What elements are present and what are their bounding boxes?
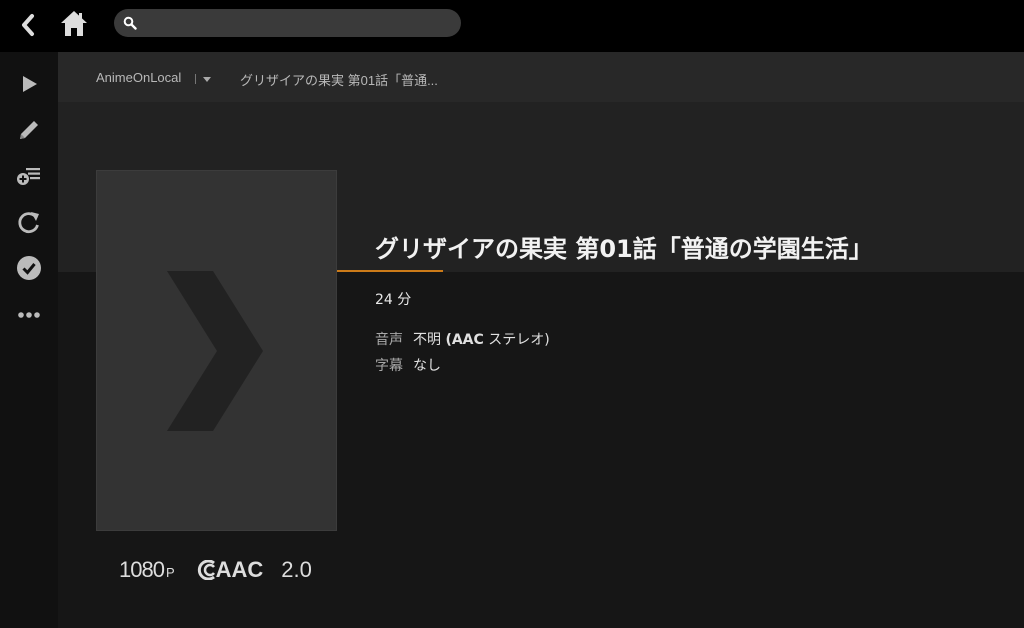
subtitle-row: 字幕 なし [375, 355, 441, 375]
home-button[interactable] [58, 8, 90, 40]
action-sidebar [0, 52, 58, 628]
pencil-icon [20, 121, 38, 139]
home-icon [61, 11, 87, 36]
aac-logo-icon [197, 560, 215, 580]
mark-watched-button[interactable] [14, 253, 44, 283]
breadcrumb-current[interactable]: グリザイアの果実 第01話「普通... [240, 70, 438, 89]
refresh-button[interactable] [14, 207, 44, 237]
audio-label: 音声 [375, 332, 403, 348]
chevron-left-icon [22, 14, 34, 36]
search-icon [123, 16, 137, 30]
audio-value-codec: (AAC [445, 332, 484, 348]
channels-badge: 2.0 [281, 557, 312, 582]
accent-underline [337, 270, 443, 272]
edit-button[interactable] [14, 115, 44, 145]
add-to-playlist-button[interactable] [14, 161, 44, 191]
subtitle-value: なし [413, 358, 441, 374]
audio-value-suffix: ステレオ) [483, 332, 550, 348]
plex-chevron-logo [167, 271, 263, 431]
subtitle-label: 字幕 [375, 358, 403, 374]
resolution-badge: 1080 P [119, 557, 175, 583]
search-input[interactable] [142, 9, 452, 37]
library-dropdown-caret-icon[interactable] [203, 77, 211, 82]
breadcrumb: AnimeOnLocal グリザイアの果実 第01話「普通... [58, 52, 1024, 102]
media-badges: 1080 P AAC 2.0 [119, 555, 312, 585]
more-button[interactable] [14, 300, 44, 330]
breadcrumb-library[interactable]: AnimeOnLocal [96, 70, 181, 85]
refresh-icon [18, 212, 39, 234]
episode-poster [96, 170, 337, 531]
audio-row: 音声 不明 (AAC ステレオ) [375, 329, 550, 349]
resolution-value: 1080 [119, 557, 165, 582]
audio-codec-text: AAC [215, 557, 264, 582]
top-bar [0, 0, 1024, 52]
search-bar[interactable] [114, 9, 461, 37]
breadcrumb-divider [195, 74, 196, 84]
audio-value-prefix: 不明 [413, 332, 446, 348]
play-icon [23, 76, 37, 92]
episode-title: グリザイアの果実 第01話「普通の学園生活」 [375, 235, 873, 263]
episode-duration: 24 分 [375, 292, 412, 308]
play-button[interactable] [14, 69, 44, 99]
more-dots-icon [18, 312, 40, 318]
check-circle-icon [17, 256, 41, 280]
audio-codec-badge: AAC [194, 557, 264, 583]
resolution-suffix: P [165, 565, 175, 580]
back-button[interactable] [15, 11, 43, 39]
add-to-playlist-icon [17, 168, 40, 185]
